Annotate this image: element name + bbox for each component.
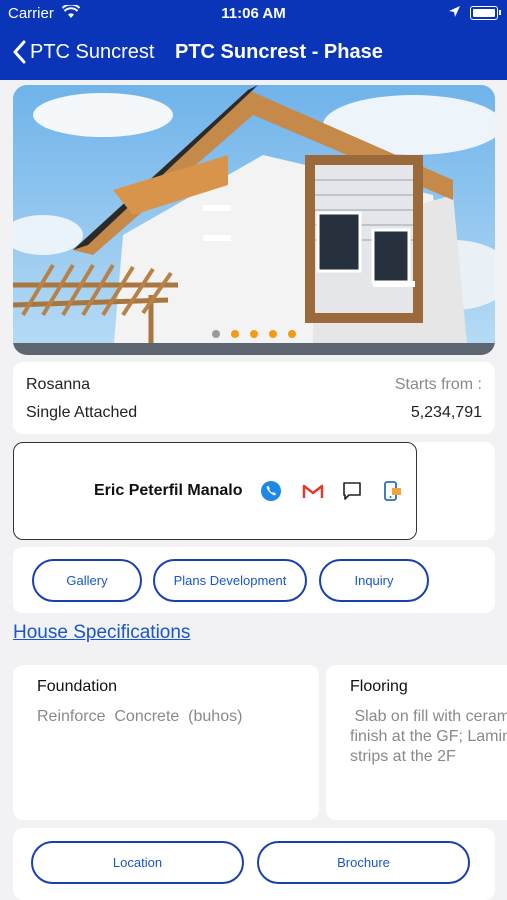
back-button[interactable]: PTC Suncrest [12, 40, 154, 64]
spec-card-flooring: Flooring Slab on fill with ceramic finis… [326, 665, 507, 820]
spec-title: Foundation [37, 678, 118, 695]
carousel-dot[interactable] [250, 330, 258, 338]
starts-from-label: Starts from : [394, 376, 482, 393]
back-button-label: PTC Suncrest [30, 40, 155, 63]
battery-icon [470, 6, 501, 20]
carousel-dot[interactable] [212, 330, 220, 338]
spec-value: Slab on fill with ceramic finish at the … [350, 708, 507, 765]
navigation-bar: PTC Suncrest PTC Suncrest - Phase [0, 28, 507, 80]
page-title: PTC Suncrest - Phase [175, 41, 383, 63]
mobile-contact-icon[interactable] [381, 479, 405, 503]
carousel-page-indicator[interactable] [13, 330, 495, 338]
inquiry-button[interactable]: Inquiry [319, 559, 429, 602]
carousel-dot[interactable] [288, 330, 296, 338]
location-button[interactable]: Location [31, 841, 244, 884]
spec-card-foundation: Foundation Reinforce Concrete (buhos) [13, 665, 319, 820]
chevron-left-icon [13, 40, 26, 64]
bottom-actions-card: Location Brochure [13, 828, 495, 900]
gmail-icon[interactable] [301, 479, 325, 503]
spec-title: Flooring [350, 678, 408, 695]
unit-info-card: Rosanna Single Attached Starts from : 5,… [13, 362, 495, 434]
unit-price: 5,234,791 [410, 404, 482, 421]
spec-value: Reinforce Concrete (buhos) [37, 708, 243, 725]
plans-development-button[interactable]: Plans Development [153, 559, 307, 602]
brochure-button[interactable]: Brochure [257, 841, 470, 884]
actions-card: Gallery Plans Development Inquiry [13, 547, 495, 613]
house-specifications-link[interactable]: House Specifications [13, 622, 190, 644]
status-bar: Carrier 11:06 AM [0, 0, 507, 28]
unit-type: Single Attached [26, 404, 138, 421]
agent-card: Eric Peterfil Manalo [13, 442, 417, 540]
location-arrow-icon [448, 5, 461, 22]
status-time: 11:06 AM [221, 5, 286, 22]
house-photo [13, 85, 495, 355]
phone-icon[interactable] [259, 479, 283, 503]
top-bar: Carrier 11:06 AM PTC Suncrest PTC Suncre… [0, 0, 507, 80]
house-image-carousel[interactable] [13, 85, 495, 355]
model-name: Rosanna [26, 376, 91, 393]
carousel-dot[interactable] [269, 330, 277, 338]
agent-name: Eric Peterfil Manalo [94, 482, 243, 499]
chat-bubble-icon[interactable] [340, 479, 364, 503]
gallery-button[interactable]: Gallery [32, 559, 142, 602]
agent-card-container: Eric Peterfil Manalo [13, 442, 495, 540]
carousel-dot[interactable] [231, 330, 239, 338]
